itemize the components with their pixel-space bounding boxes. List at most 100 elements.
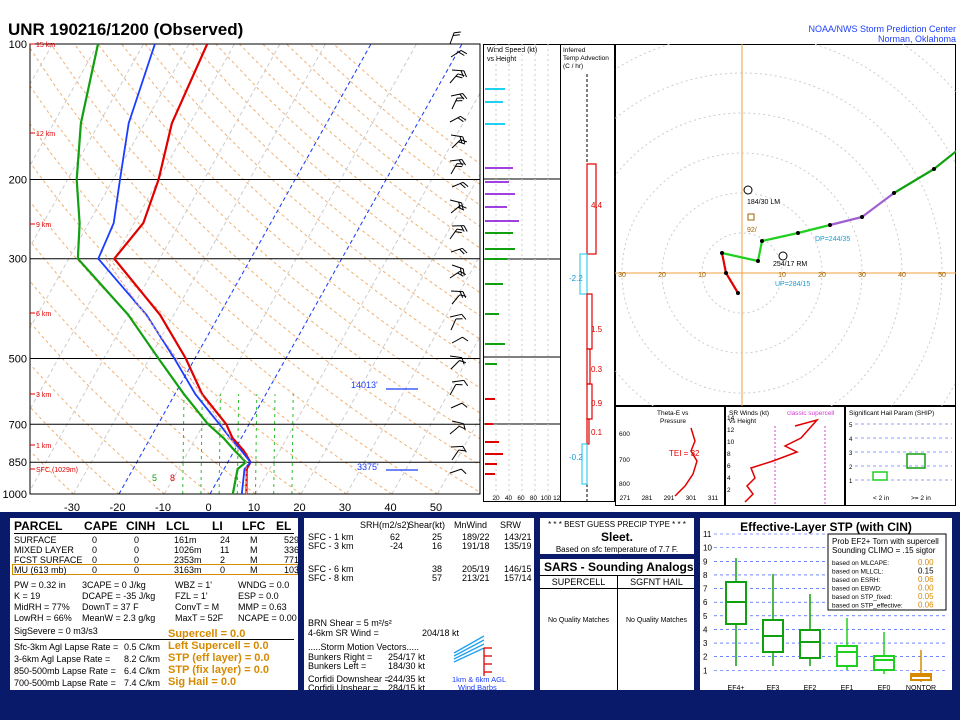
thetae-xtick: 271	[620, 495, 631, 502]
isotherm	[0, 44, 7, 494]
sgfnt-hail-none: No Quality Matches	[625, 617, 688, 624]
mixing-ratio-line	[218, 394, 221, 494]
stp-category: EF2	[804, 685, 817, 690]
wspd-subtitle: vs Height	[487, 56, 516, 63]
ship-frame	[845, 406, 956, 506]
source-credit: NOAA/NWS Storm Prediction Center Norman,…	[808, 24, 956, 44]
wind-barb	[451, 225, 468, 232]
stp-legend-text: based on MLLCL:	[832, 569, 884, 576]
mixing-ratio-line	[291, 394, 294, 494]
stp-ytick: 7	[703, 585, 708, 594]
sfc-temp-label: 8	[170, 473, 175, 483]
parcel-panel: PARCEL CAPE CINH LCL LI LFC EL SURFACE 0 0 161m 24…	[8, 516, 300, 692]
parcel-index: WBZ = 1'	[175, 580, 212, 590]
srw-ytick: 10	[727, 439, 735, 446]
barb-staff	[449, 270, 461, 279]
dry-adiabat	[286, 44, 480, 206]
motion-value: 284/15 kt	[388, 683, 426, 692]
tadv-title-2: Temp Advection	[563, 55, 609, 62]
kin-cell: SFC - 3 km	[308, 541, 354, 551]
tadv-title-1: Inferred	[563, 47, 586, 54]
analogs-divider-2	[540, 588, 694, 589]
skew-plot-area	[0, 44, 480, 494]
stp-ytick: 6	[703, 598, 708, 607]
barb-staff	[449, 355, 462, 359]
parcel-cell: 0	[92, 535, 98, 545]
storm-motion-title: .....Storm Motion Vectors.....	[308, 642, 420, 652]
parcel-cell: 0	[92, 545, 98, 555]
hodo-point	[724, 271, 728, 275]
stp-ytick: 2	[703, 653, 708, 662]
srw-ytick: 14	[727, 415, 735, 422]
lcl-height-label: 14013'	[351, 380, 378, 390]
stp-ytick: 3	[703, 639, 708, 648]
barb-staff	[451, 379, 464, 383]
lapse-label: Sfc-3km Agl Lapse Rate =	[14, 642, 119, 652]
temp-tick: -30	[64, 502, 80, 512]
hodo-tick: 10	[778, 272, 786, 279]
pressure-tick: 850	[9, 457, 27, 469]
wspd-tick: 80	[530, 495, 538, 502]
parcel-cell: 161m	[174, 535, 197, 545]
hodo-rm-label: 254/17 RM	[773, 261, 807, 268]
parcel-col-header: CINH	[126, 519, 156, 533]
isotherm	[73, 44, 326, 494]
legend-barb-6km	[453, 639, 485, 657]
analogs-title: SARS - Sounding Analogs	[544, 560, 694, 574]
wspd-tick: 40	[505, 495, 513, 502]
thetae-title-2: Pressure	[660, 418, 686, 425]
barb-staff	[449, 32, 455, 45]
parcel-cell: 1026m	[174, 545, 202, 555]
hodo-tick: 20	[818, 272, 826, 279]
temp-tick: 0	[205, 502, 211, 512]
wind-barb	[451, 69, 468, 78]
barb-flag	[460, 225, 465, 232]
height-label: 9 km	[36, 222, 51, 229]
zero-isotherm	[209, 44, 463, 494]
parcel-cell: SURFACE	[14, 535, 57, 545]
parcel-index: NCAPE = 0.00	[238, 613, 297, 623]
hodo-tick: 10	[698, 272, 706, 279]
wind-barb	[449, 313, 467, 320]
barb-staff	[451, 449, 460, 461]
hodo-point	[756, 259, 760, 263]
hodo-point	[828, 223, 832, 227]
isotherm	[164, 44, 417, 494]
dry-adiabat	[262, 44, 480, 228]
barb-staff	[449, 468, 462, 474]
parcel-cell: M	[250, 565, 258, 575]
barb-staff	[451, 69, 465, 72]
stp-ytick: 10	[703, 544, 712, 553]
kin-cell: 191/18	[462, 541, 490, 551]
wspd-tick: 60	[517, 495, 525, 502]
parcel-trace	[104, 258, 247, 494]
barb-staff	[449, 228, 458, 240]
hodo-point	[892, 191, 896, 195]
sfc-dewpoint-label: 5	[152, 473, 157, 483]
hodo-tick: 50	[938, 272, 946, 279]
isotherm	[30, 44, 281, 492]
isotherm	[437, 417, 480, 494]
motion-label: Corfidi Upshear =	[308, 683, 379, 692]
stp-legend-text: based on MLCAPE:	[832, 560, 889, 567]
precip-header: * * * BEST GUESS PRECIP TYPE * * *	[548, 520, 686, 529]
dry-adiabat	[30, 240, 302, 494]
parcel-col-header: CAPE	[84, 519, 118, 533]
temp-advection-panel: InferredTemp Advection(C / hr) 4.4 -2.2 1.5…	[560, 44, 615, 502]
wind-barb	[450, 360, 467, 370]
ship-panel: Significant Hail Param (SHIP)54321< 2 in…	[845, 406, 956, 506]
barb-flag	[463, 225, 468, 232]
parcel-col-header: EL	[276, 519, 292, 533]
stp-box	[836, 645, 858, 667]
parcel-col-header: PARCEL	[14, 519, 63, 533]
barb-flag	[460, 468, 467, 475]
dry-adiabat	[30, 200, 347, 494]
parcel-index: FZL = 1'	[175, 591, 208, 601]
parcel-index: LowRH = 66%	[14, 613, 72, 623]
ship-title: Significant Hail Param (SHIP)	[849, 410, 934, 417]
stp-ytick: 4	[703, 625, 708, 634]
barb-staff	[451, 97, 458, 110]
barb-staff	[449, 73, 459, 84]
lapse-value: 6.4 C/km	[124, 666, 161, 676]
barb-staff	[450, 402, 463, 409]
